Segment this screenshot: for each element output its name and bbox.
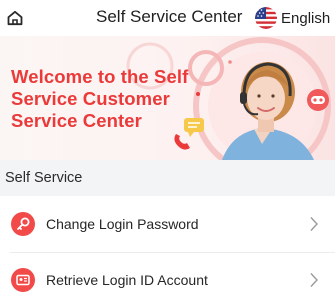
language-switcher[interactable]: English <box>255 5 330 31</box>
page-title: Self Service Center <box>96 7 243 26</box>
list-item-label: Change Login Password <box>46 216 199 232</box>
key-icon <box>11 212 35 236</box>
list-item-label: Retrieve Login ID Account <box>46 272 208 288</box>
chevron-right-icon <box>310 273 318 287</box>
banner-headline: Welcome to the Self Service Customer Ser… <box>11 66 189 131</box>
welcome-banner: Welcome to the Self Service Customer Ser… <box>0 36 335 160</box>
home-button[interactable] <box>5 8 25 28</box>
us-flag-icon <box>255 7 277 29</box>
section-title: Self Service <box>5 170 83 186</box>
chevron-right-icon <box>310 217 318 231</box>
list-item-change-password[interactable]: Change Login Password <box>0 196 335 253</box>
home-icon <box>7 10 23 26</box>
top-bar: Self Service Center English <box>0 0 335 36</box>
language-label: English <box>281 9 331 27</box>
id-card-icon <box>11 268 35 292</box>
list-item-retrieve-id[interactable]: Retrieve Login ID Account <box>0 253 335 300</box>
self-service-list: Change Login Password Retrieve Login ID … <box>0 196 335 300</box>
